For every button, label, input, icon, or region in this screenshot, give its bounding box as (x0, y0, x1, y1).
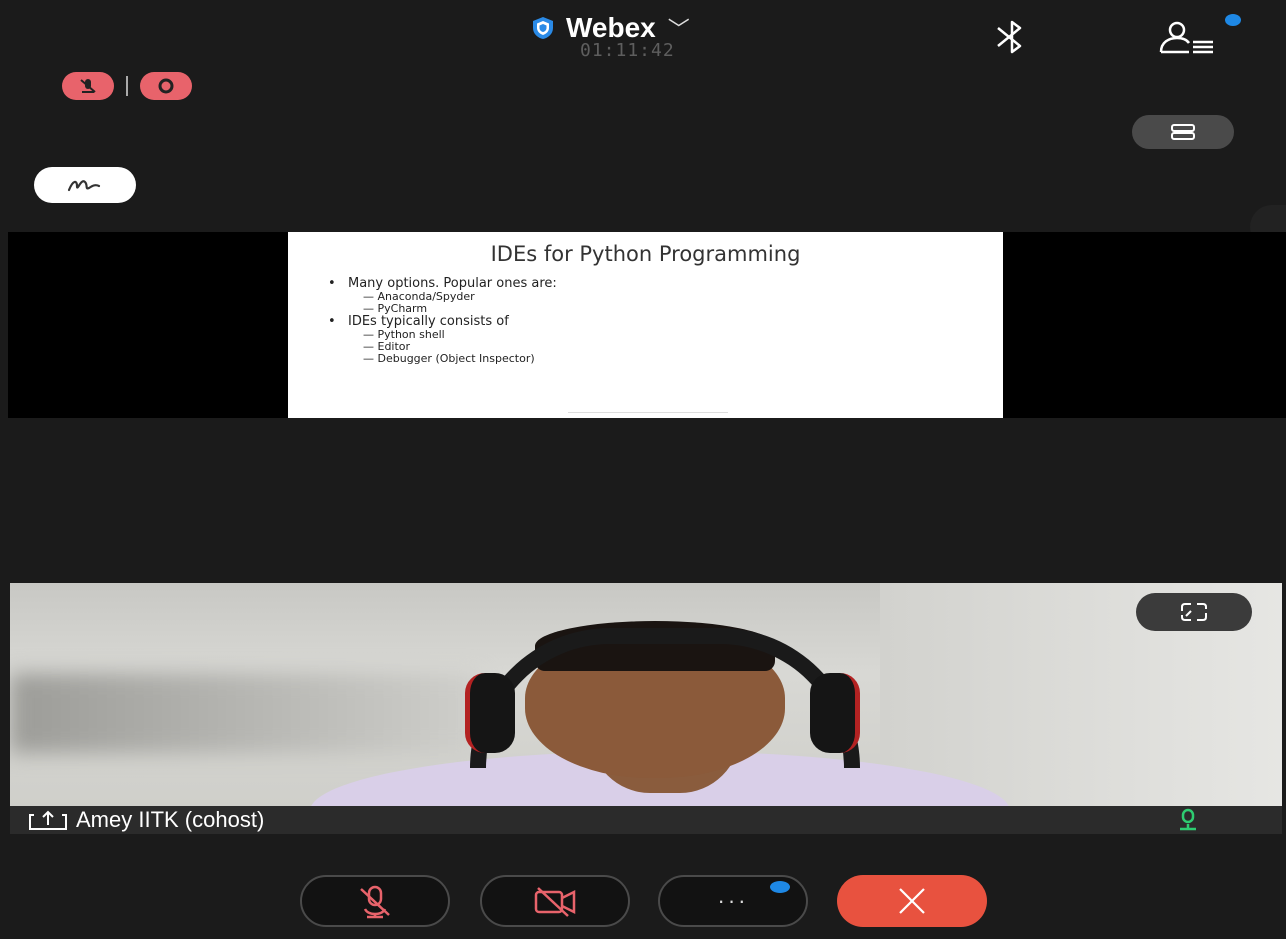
expand-video-button[interactable] (1136, 593, 1252, 631)
slide-title: IDEs for Python Programming (490, 242, 801, 266)
record-icon (158, 78, 174, 94)
divider (126, 76, 128, 96)
annotate-button[interactable] (34, 167, 136, 203)
headphones (470, 628, 860, 768)
bluetooth-button[interactable] (990, 20, 1036, 59)
slide-bullet: • IDEs typically consists of (328, 314, 509, 329)
slide-bullet: • Many options. Popular ones are: (328, 276, 557, 291)
microphone-icon (1180, 808, 1196, 831)
status-indicators (62, 72, 192, 100)
participants-icon (1159, 21, 1213, 54)
bluetooth-icon (997, 20, 1022, 54)
more-options-button[interactable]: ··· (658, 875, 808, 927)
headphone-cup-right (810, 673, 860, 753)
annotate-icon (67, 180, 101, 192)
share-icon (29, 810, 67, 830)
muted-status-badge (62, 72, 114, 100)
leave-meeting-button[interactable] (837, 875, 987, 927)
participant-name: Amey IITK (cohost) (76, 807, 265, 832)
meeting-timer: 01:11:42 (580, 40, 675, 61)
slide-footer-line (568, 412, 728, 413)
layout-button[interactable] (1132, 115, 1234, 149)
slide-sub-bullet: — Debugger (Object Inspector) (363, 352, 535, 365)
notification-dot (1225, 14, 1241, 26)
recording-status-badge (140, 72, 192, 100)
stop-video-button[interactable] (480, 875, 630, 927)
leave-icon (899, 888, 925, 914)
headphone-cup-left (465, 673, 515, 753)
participant-mic-status (1175, 808, 1201, 837)
notification-dot (770, 881, 790, 893)
layout-icon (1171, 124, 1195, 140)
mic-muted-icon (80, 79, 96, 93)
shared-slide: IDEs for Python Programming • Many option… (288, 232, 1003, 418)
shield-icon (533, 17, 553, 39)
video-off-icon (534, 887, 576, 917)
participants-button[interactable] (1155, 14, 1241, 63)
video-background (10, 673, 480, 753)
more-icon: ··· (717, 888, 749, 913)
participant-video[interactable] (10, 583, 1282, 808)
expand-icon (1181, 603, 1207, 621)
participant-name-bar: Amey IITK (cohost) (10, 806, 1282, 834)
mute-button[interactable] (300, 875, 450, 927)
slide-body: • Many options. Popular ones are: — Anaco… (328, 277, 557, 365)
mic-muted-icon (360, 885, 390, 919)
